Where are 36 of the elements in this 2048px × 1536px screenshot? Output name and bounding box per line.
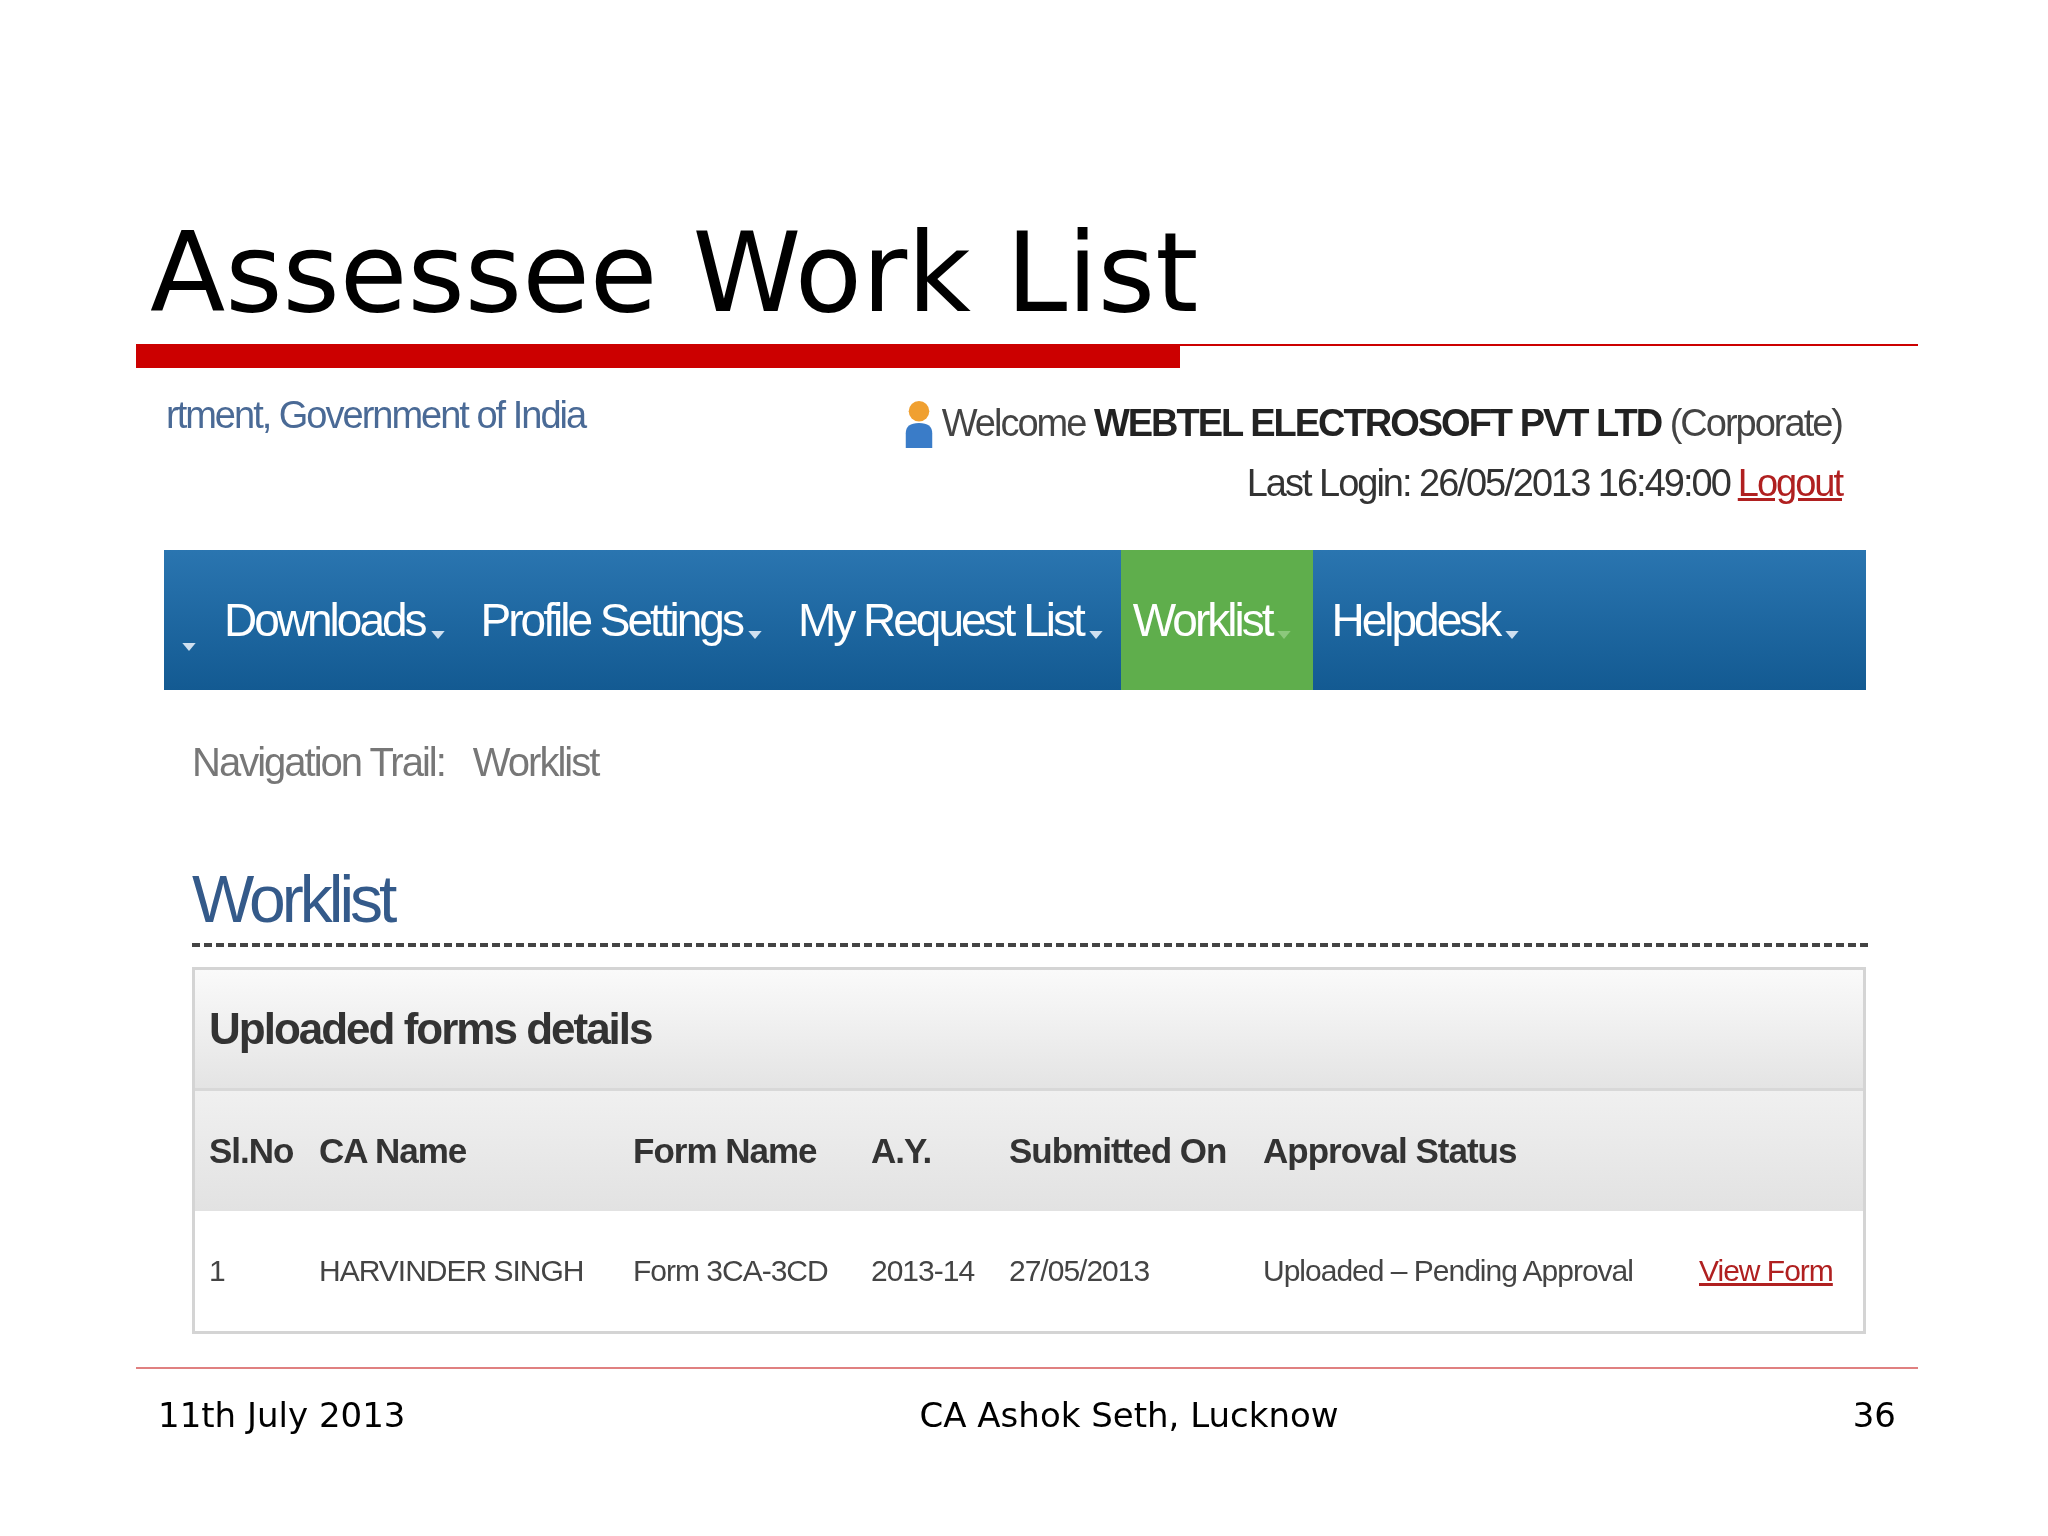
footer-date: 11th July 2013 <box>158 1395 406 1435</box>
column-header: CA Name <box>318 1131 468 1171</box>
section-heading: Worklist <box>192 861 1868 947</box>
table-cell-text: Uploaded – Pending Approval <box>1262 1254 1634 1288</box>
view-form-link[interactable]: View Form <box>1699 1254 1833 1287</box>
caret-icon <box>1277 631 1292 639</box>
caret-icon <box>430 631 445 639</box>
last-login-text: Last Login: 26/05/2013 16:49:00 <box>1246 462 1730 505</box>
column-header: A.Y. <box>870 1131 933 1171</box>
nav-menu-item[interactable]: Profile Settings <box>462 550 780 690</box>
slide-number: 36 <box>1852 1395 1896 1435</box>
user-icon <box>903 398 934 448</box>
column-header: Submitted On <box>1008 1131 1228 1171</box>
breadcrumb-link[interactable]: Worklist <box>472 740 599 785</box>
column-header: Sl.No <box>208 1131 295 1171</box>
column-header: Form Name <box>632 1131 818 1171</box>
caret-icon <box>1505 631 1520 639</box>
welcome-text: Welcome WEBTEL ELECTROSOFT PVT LTD (Corporate) <box>941 401 1842 445</box>
logout-link[interactable]: Logout <box>1737 462 1842 505</box>
table-cell-text: 27/05/2013 <box>1008 1254 1151 1288</box>
breadcrumb-label: Navigation Trail: <box>192 740 445 785</box>
caret-icon <box>182 643 196 651</box>
table-cell-text: HARVINDER SINGH <box>318 1254 585 1288</box>
caret-icon <box>747 631 762 639</box>
table-cell-text: 1 <box>208 1254 226 1288</box>
table-cell-text: 2013-14 <box>870 1254 976 1288</box>
nav-menu-item[interactable]: Helpdesk <box>1313 550 1538 690</box>
column-header: Approval Status <box>1262 1131 1518 1171</box>
nav-menu-item[interactable]: My Request List <box>779 550 1121 690</box>
caret-icon <box>1088 631 1103 639</box>
table-cell-text: Form 3CA-3CD <box>632 1254 829 1288</box>
nav-menu-item[interactable]: Downloads <box>206 550 463 690</box>
slide-title: Assessee Work List <box>150 208 1200 338</box>
org-name: rtment, Government of India <box>166 394 586 438</box>
footer-author: CA Ashok Seth, Lucknow <box>919 1395 1339 1435</box>
panel-title: Uploaded forms details <box>195 970 1863 1091</box>
